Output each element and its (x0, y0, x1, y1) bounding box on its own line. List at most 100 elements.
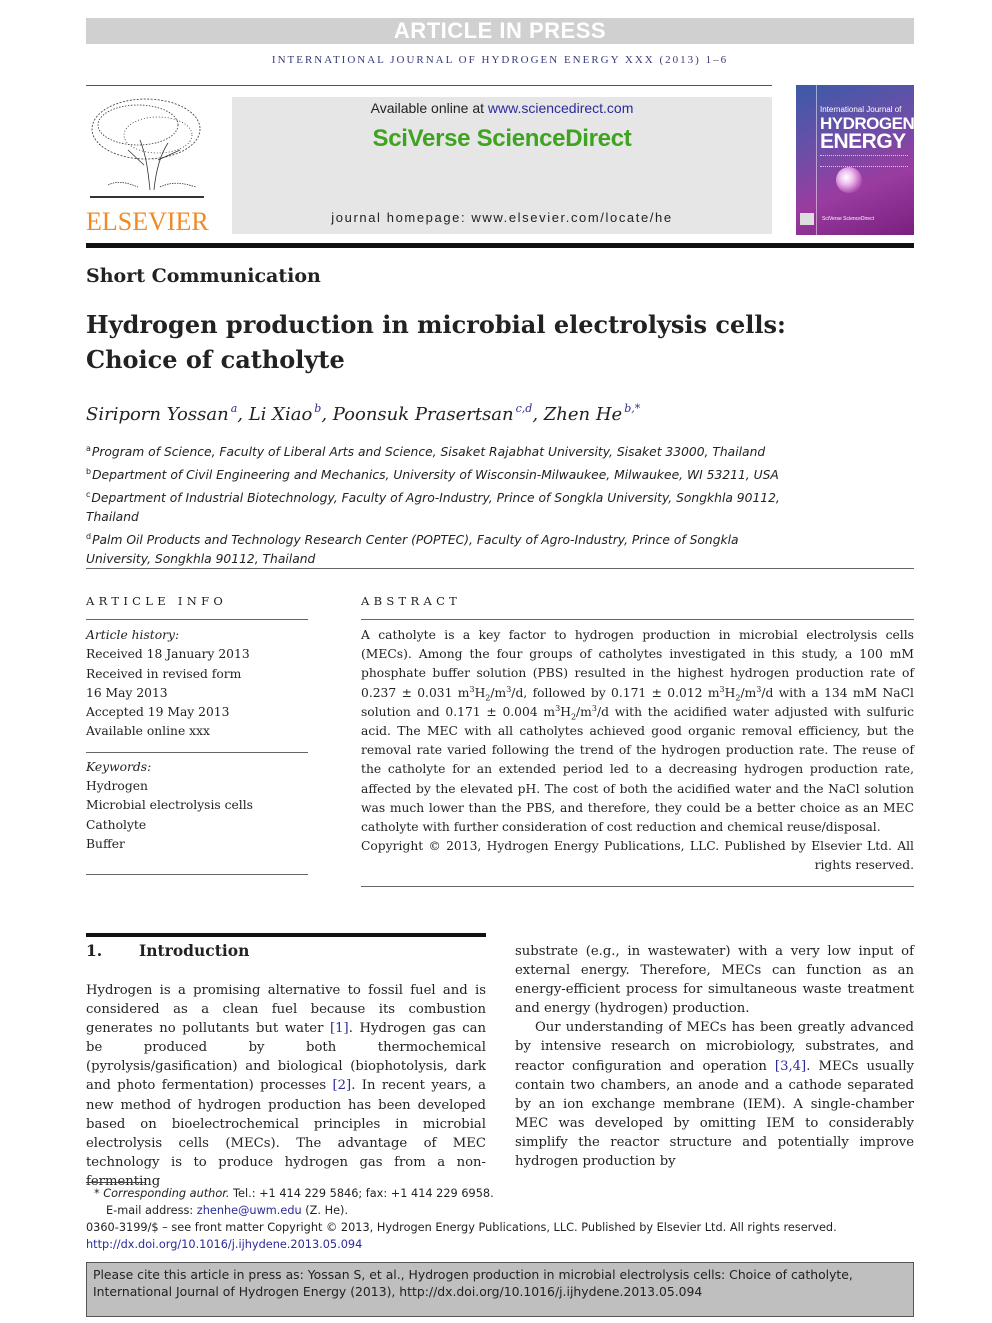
author-affil-link[interactable]: b (314, 402, 321, 415)
abstract-copyright: Copyright © 2013, Hydrogen Energy Public… (361, 839, 914, 873)
corresponding-label: Corresponding author. (103, 1187, 230, 1200)
body-text: . In recent years, a new method of hydro… (86, 1078, 486, 1189)
section-number: 1. (86, 941, 103, 960)
author[interactable]: Siriporn Yossan (86, 404, 229, 425)
title-line-1: Hydrogen production in microbial electro… (86, 310, 786, 339)
header-rule (86, 85, 772, 86)
running-header: INTERNATIONAL JOURNAL OF HYDROGEN ENERGY… (271, 54, 729, 66)
cover-editors (820, 155, 908, 167)
reference-link[interactable]: [1] (330, 1021, 349, 1036)
abstract-text: with the acidified water adjusted with s… (361, 704, 915, 835)
abstract-bottom-rule (361, 885, 914, 887)
cover-publisher-icon (800, 213, 814, 225)
affiliation-text: Department of Industrial Biotechnology, … (86, 491, 780, 525)
affiliations-rule (86, 568, 914, 569)
section-heading-introduction: 1. Introduction (86, 941, 249, 960)
sciencedirect-link[interactable]: www.sciencedirect.com (488, 100, 634, 116)
abstract-value: followed by 0.171 ± 0.012 (532, 685, 703, 700)
affiliation-key: b (86, 467, 92, 477)
keywords-label: Keywords: (86, 759, 152, 774)
history-item: 16 May 2013 (86, 685, 168, 700)
author[interactable]: Zhen He (544, 404, 622, 425)
citation-line: International Journal of Hydrogen Energy… (93, 1284, 703, 1299)
reference-link[interactable]: [2] (333, 1078, 352, 1093)
elsevier-wordmark: ELSEVIER (86, 207, 209, 236)
elsevier-tree-icon (90, 98, 204, 198)
email-label: E-mail address: (106, 1204, 197, 1217)
contact-numbers: Tel.: +1 414 229 5846; fax: +1 414 229 6… (229, 1187, 494, 1200)
affiliation-text: Department of Civil Engineering and Mech… (92, 468, 779, 483)
affiliation: dPalm Oil Products and Technology Resear… (86, 527, 786, 569)
keyword: Microbial electrolysis cells (86, 798, 253, 813)
affiliation-key: d (86, 532, 92, 542)
intro-right-column: substrate (e.g., in wastewater) with a v… (515, 942, 914, 1171)
footnotes: * Corresponding author. Tel.: +1 414 229… (86, 1185, 914, 1253)
journal-homepage-link[interactable]: journal homepage: www.elsevier.com/locat… (232, 210, 772, 225)
author[interactable]: Poonsuk Prasertsan (333, 404, 514, 425)
author-affil-link[interactable]: a (231, 402, 238, 415)
history-item: Received 18 January 2013 (86, 647, 250, 662)
sciverse-sciencedirect-brand[interactable]: SciVerse ScienceDirect (232, 125, 772, 153)
author-list: Siriporn Yossan a, Li Xiao b, Poonsuk Pras… (86, 402, 641, 425)
keywords: Keywords: Hydrogen Microbial electrolysi… (86, 758, 308, 854)
doi-link[interactable]: http://dx.doi.org/10.1016/j.ijhydene.201… (86, 1238, 362, 1251)
keyword: Buffer (86, 836, 125, 851)
history-item: Available online xxx (86, 724, 210, 739)
article-info-rule (86, 619, 308, 620)
title-line-2: Choice of catholyte (86, 345, 345, 374)
banner-text: ARTICLE IN PRESS (393, 18, 607, 43)
available-online-label: Available online at (370, 100, 488, 116)
affiliation-key: a (86, 444, 91, 453)
abstract: ABSTRACT A catholyte is a key factor to … (361, 594, 914, 887)
cover-title-energy: ENERGY (820, 130, 906, 153)
footnote-rule (86, 1182, 146, 1183)
keywords-rule (86, 751, 308, 753)
article-in-press-banner: ARTICLE IN PRESS (86, 18, 914, 44)
corresponding-author-note: * Corresponding author. Tel.: +1 414 229… (86, 1185, 914, 1202)
article-info-heading: ARTICLE INFO (86, 594, 228, 608)
abstract-body: A catholyte is a key factor to hydrogen … (361, 628, 915, 835)
affiliation-text: Palm Oil Products and Technology Researc… (86, 533, 739, 567)
available-online: Available online at www.sciencedirect.co… (232, 100, 772, 116)
body-paragraph: Our understanding of MECs has been great… (515, 1018, 914, 1171)
keyword: Hydrogen (86, 779, 148, 794)
keyword: Catholyte (86, 817, 147, 832)
elsevier-logo[interactable]: ELSEVIER (86, 95, 209, 236)
article-type: Short Communication (86, 265, 321, 287)
author[interactable]: Li Xiao (249, 404, 313, 425)
citation-text: Please cite this article in press as: Yo… (87, 1263, 913, 1300)
article-title: Hydrogen production in microbial electro… (86, 307, 846, 377)
affiliation: cDepartment of Industrial Biotechnology,… (86, 485, 786, 527)
abstract-value: 0.237 ± 0.031 (361, 685, 453, 700)
affiliation: bDepartment of Civil Engineering and Mec… (86, 462, 786, 485)
abstract-value: 0.171 ± 0.004 (445, 704, 538, 719)
affiliation-key: c (86, 490, 91, 500)
citation-box: Please cite this article in press as: Yo… (86, 1262, 914, 1317)
article-history: Article history: Received 18 January 201… (86, 626, 308, 742)
abstract-text: A catholyte is a key factor to hydrogen … (361, 628, 914, 681)
journal-cover[interactable]: International Journal of HYDROGEN ENERGY… (796, 85, 914, 235)
affiliation-text: Program of Science, Faculty of Liberal A… (91, 445, 766, 460)
header-divider (86, 243, 914, 248)
citation-line: Please cite this article in press as: Yo… (93, 1267, 853, 1282)
author-affil-link[interactable]: c,d (516, 402, 533, 415)
history-label: Article history: (86, 628, 180, 642)
email-note: E-mail address: zhenhe@uwm.edu (Z. He). (86, 1202, 914, 1219)
abstract-rule (361, 619, 914, 620)
affiliation: aProgram of Science, Faculty of Liberal … (86, 439, 786, 462)
cover-title-small: International Journal of (820, 105, 902, 114)
author-affil-link[interactable]: b,* (624, 402, 640, 415)
cover-orb-icon (836, 167, 862, 193)
cover-footer: SciVerse ScienceDirect (822, 216, 874, 222)
body-text: . MECs usually contain two chambers, an … (515, 1058, 914, 1170)
affiliations: aProgram of Science, Faculty of Liberal … (86, 439, 786, 569)
section-rule (86, 933, 486, 937)
body-paragraph: substrate (e.g., in wastewater) with a v… (515, 944, 914, 1017)
abstract-heading: ABSTRACT (361, 594, 462, 608)
article-info-bottom-rule (86, 874, 308, 876)
email-link[interactable]: zhenhe@uwm.edu (197, 1204, 302, 1217)
intro-left-column: Hydrogen is a promising alternative to f… (86, 981, 486, 1191)
issn-copyright: 0360-3199/$ – see front matter Copyright… (86, 1221, 837, 1234)
reference-link[interactable]: [3,4] (775, 1059, 806, 1074)
cover-stripe (816, 85, 817, 235)
